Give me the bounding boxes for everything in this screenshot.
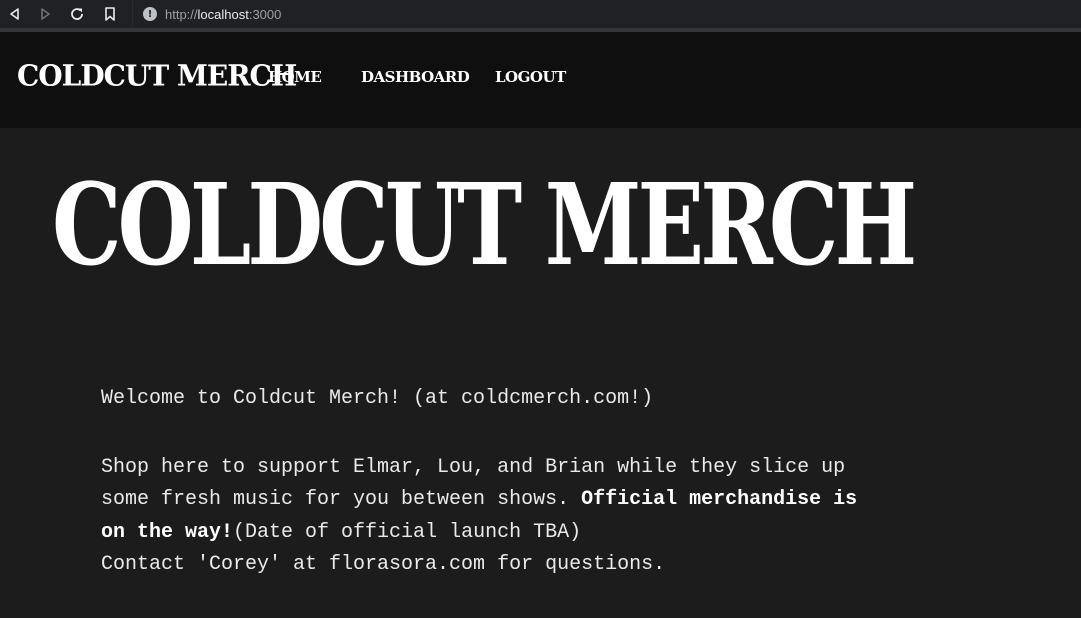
back-icon[interactable] — [4, 3, 26, 25]
browser-toolbar: ! http://localhost:3000 — [0, 0, 1081, 32]
forward-icon[interactable] — [34, 3, 56, 25]
intro-content: Welcome to Coldcut Merch! (at coldcmerch… — [101, 383, 881, 582]
launch-note: (Date of official launch TBA) — [233, 520, 582, 544]
address-bar[interactable]: ! http://localhost:3000 — [132, 0, 1081, 28]
site-info-icon[interactable]: ! — [143, 7, 157, 21]
contact-text: Contact 'Corey' at florasora.com for que… — [101, 553, 666, 576]
nav-logout-link[interactable]: Logout — [495, 68, 566, 86]
brand-logo[interactable]: Coldcut Merch — [17, 58, 297, 93]
nav-dashboard-link[interactable]: Dashboard — [361, 68, 470, 86]
bookmark-icon[interactable] — [99, 3, 121, 25]
welcome-text: Welcome to Coldcut Merch! (at coldcmerch… — [101, 387, 654, 410]
nav-home-link[interactable]: Home — [268, 68, 322, 86]
url-text: http://localhost:3000 — [165, 6, 282, 22]
site-header: Coldcut Merch Home Dashboard Logout — [0, 32, 1081, 128]
shop-description: Shop here to support Elmar, Lou, and Bri… — [101, 452, 881, 550]
reload-icon[interactable] — [66, 3, 88, 25]
hero-title: Coldcut Merch — [52, 160, 917, 291]
